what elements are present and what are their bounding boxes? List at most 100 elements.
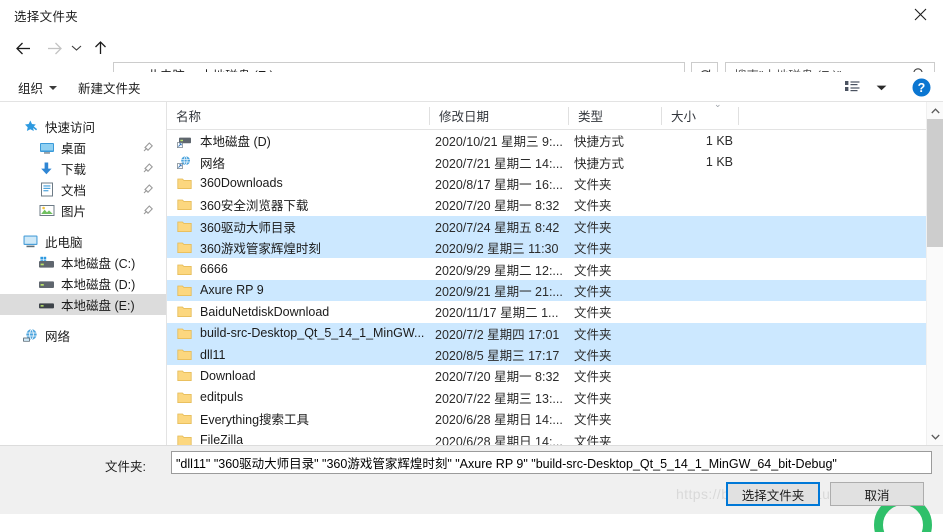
file-type-cell: 快捷方式 xyxy=(574,135,625,150)
pin-icon[interactable] xyxy=(143,162,154,176)
folder-icon xyxy=(176,303,193,320)
arrow-right-icon xyxy=(47,42,62,54)
star-pin-icon xyxy=(22,118,39,135)
svg-text:?: ? xyxy=(918,81,926,95)
file-size-cell: 1 KB xyxy=(705,133,733,148)
file-date-cell: 2020/7/20 星期一 8:32 xyxy=(435,199,560,214)
file-name-cell: 360驱动大师目录 xyxy=(176,217,296,236)
column-header-name[interactable]: 名称 xyxy=(167,102,435,129)
sidebar-item-drive-c[interactable]: 本地磁盘 (C:) xyxy=(0,252,166,273)
close-button[interactable] xyxy=(897,0,943,29)
help-icon: ? xyxy=(912,78,931,97)
chevron-down-icon xyxy=(71,45,81,51)
sidebar-item-label: 本地磁盘 (E:) xyxy=(61,299,135,313)
column-divider[interactable] xyxy=(738,107,739,125)
column-header-type[interactable]: 类型 xyxy=(569,102,665,129)
sort-indicator-icon: ⌄ xyxy=(714,102,722,109)
scroll-up-button[interactable] xyxy=(927,102,943,119)
shortcut-drive-icon xyxy=(176,132,193,149)
folder-icon xyxy=(176,261,193,278)
sidebar-item-desktop[interactable]: 桌面 xyxy=(0,137,166,158)
file-type-cell: 文件夹 xyxy=(574,413,612,428)
select-folder-button[interactable]: 选择文件夹 xyxy=(726,482,820,506)
back-button[interactable] xyxy=(8,33,38,63)
forward-button[interactable] xyxy=(39,33,69,63)
table-row[interactable]: 360安全浏览器下载 2020/7/20 星期一 8:32 文件夹 xyxy=(167,194,943,215)
organize-label: 组织 xyxy=(18,82,44,96)
table-row[interactable]: dll11 2020/8/5 星期三 17:17 文件夹 xyxy=(167,343,943,366)
navigation-pane: 快速访问 桌面 下载 文档 图片 此电脑 本地磁盘 (C:) 本地磁盘 (D:)… xyxy=(0,102,166,445)
sidebar-item-drive-d[interactable]: 本地磁盘 (D:) xyxy=(0,273,166,294)
table-row[interactable]: 6666 2020/9/29 星期二 12:... 文件夹 xyxy=(167,258,943,279)
file-date-cell: 2020/8/17 星期一 16:... xyxy=(435,177,563,192)
organize-button[interactable]: 组织 xyxy=(18,78,58,97)
pin-icon[interactable] xyxy=(143,183,154,197)
vertical-scrollbar[interactable] xyxy=(926,102,943,445)
sidebar-item-label: 快速访问 xyxy=(45,121,96,135)
table-row[interactable]: BaiduNetdiskDownload 2020/11/17 星期二 1...… xyxy=(167,301,943,322)
sidebar-item-documents[interactable]: 文档 xyxy=(0,179,166,200)
column-header-date[interactable]: 修改日期 xyxy=(430,102,574,129)
folder-icon xyxy=(176,239,193,256)
sidebar-item-downloads[interactable]: 下载 xyxy=(0,158,166,179)
window-title: 选择文件夹 xyxy=(14,10,79,24)
file-type-cell: 文件夹 xyxy=(574,284,612,299)
file-type-cell: 文件夹 xyxy=(574,199,612,214)
file-type-cell: 快捷方式 xyxy=(574,156,625,171)
table-row[interactable]: FileZilla 2020/6/28 星期日 14:... 文件夹 xyxy=(167,429,943,445)
sidebar-item-this-pc[interactable]: 此电脑 xyxy=(0,231,166,252)
view-list-icon[interactable] xyxy=(845,80,863,96)
file-type-cell: 文件夹 xyxy=(574,370,612,385)
folder-icon xyxy=(176,175,193,192)
file-date-cell: 2020/7/20 星期一 8:32 xyxy=(435,370,560,385)
folder-icon xyxy=(176,410,193,427)
folder-icon xyxy=(176,432,193,445)
close-icon xyxy=(914,8,926,21)
view-dropdown-button[interactable] xyxy=(876,81,887,95)
table-row[interactable]: 360驱动大师目录 2020/7/24 星期五 8:42 文件夹 xyxy=(167,215,943,237)
sidebar-item-network[interactable]: 网络 xyxy=(0,325,166,346)
table-row[interactable]: Download 2020/7/20 星期一 8:32 文件夹 xyxy=(167,365,943,386)
table-row[interactable]: Axure RP 9 2020/9/21 星期一 21:... 文件夹 xyxy=(167,279,943,302)
file-list-pane: 名称 修改日期 类型 大小 ⌄ 本地磁盘 (D) 2020/10/21 星期三 … xyxy=(167,102,943,445)
table-row[interactable]: Everything搜索工具 2020/6/28 星期日 14:... 文件夹 xyxy=(167,408,943,429)
recent-locations-button[interactable] xyxy=(66,33,86,63)
file-name-cell: 本地磁盘 (D) xyxy=(176,131,271,150)
file-type-cell: 文件夹 xyxy=(574,349,612,364)
table-row[interactable]: 网络 2020/7/21 星期二 14:... 快捷方式 1 KB xyxy=(167,151,943,172)
file-date-cell: 2020/7/2 星期四 17:01 xyxy=(435,327,560,342)
chevron-up-icon xyxy=(931,107,940,113)
table-row[interactable]: 360游戏管家辉煌时刻 2020/9/2 星期三 11:30 文件夹 xyxy=(167,236,943,259)
sidebar-item-drive-e[interactable]: 本地磁盘 (E:) xyxy=(0,294,166,315)
table-row[interactable]: 本地磁盘 (D) 2020/10/21 星期三 9:... 快捷方式 1 KB xyxy=(167,130,943,151)
table-row[interactable]: build-src-Desktop_Qt_5_14_1_MinGW... 202… xyxy=(167,322,943,344)
new-folder-button[interactable]: 新建文件夹 xyxy=(78,78,141,97)
table-row[interactable]: editpuls 2020/7/22 星期三 13:... 文件夹 xyxy=(167,387,943,408)
scroll-down-button[interactable] xyxy=(927,428,943,445)
arrow-up-icon xyxy=(94,41,106,54)
help-button[interactable]: ? xyxy=(912,78,931,100)
folder-icon xyxy=(176,282,193,299)
file-date-cell: 2020/7/22 星期三 13:... xyxy=(435,391,563,406)
column-header-size[interactable]: 大小 ⌄ xyxy=(662,102,742,129)
drive-icon xyxy=(38,296,55,313)
file-date-cell: 2020/9/29 星期二 12:... xyxy=(435,263,563,278)
pin-icon[interactable] xyxy=(143,204,154,218)
sidebar-item-label: 本地磁盘 (D:) xyxy=(61,278,136,292)
sidebar-item-quick-access[interactable]: 快速访问 xyxy=(0,116,166,137)
file-name-cell: 360Downloads xyxy=(176,175,283,192)
cancel-button[interactable]: 取消 xyxy=(830,482,924,506)
system-drive-icon xyxy=(38,254,55,271)
network-icon xyxy=(22,327,39,344)
up-button[interactable] xyxy=(85,33,115,63)
file-name-cell: Axure RP 9 xyxy=(176,282,264,299)
scrollbar-thumb[interactable] xyxy=(927,119,943,247)
sidebar-item-pictures[interactable]: 图片 xyxy=(0,200,166,221)
file-name-cell: FileZilla xyxy=(176,432,243,445)
folder-icon xyxy=(176,196,193,213)
pin-icon[interactable] xyxy=(143,141,154,155)
folder-field-label: 文件夹: xyxy=(105,460,146,474)
command-bar: 组织 新建文件夹 ? xyxy=(0,72,943,101)
table-row[interactable]: 360Downloads 2020/8/17 星期一 16:... 文件夹 xyxy=(167,173,943,194)
folder-name-input[interactable]: "dll11" "360驱动大师目录" "360游戏管家辉煌时刻" "Axure… xyxy=(171,451,932,474)
